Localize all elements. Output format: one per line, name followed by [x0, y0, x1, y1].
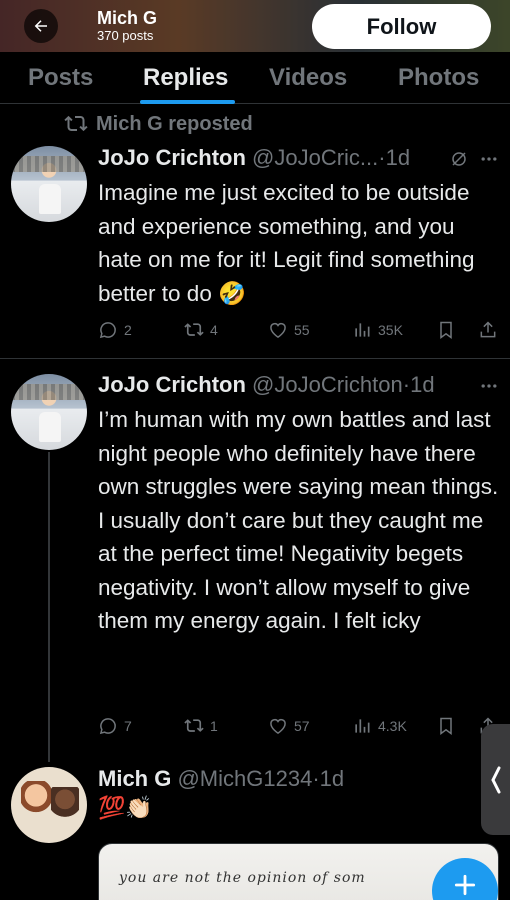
reply-count: 2: [124, 322, 132, 338]
reply-button[interactable]: 7: [98, 716, 132, 736]
thread-line: [48, 452, 50, 762]
views-icon: [355, 323, 370, 337]
chevron-left-icon: [490, 766, 500, 793]
tweet-text: 💯👏🏻: [98, 795, 153, 820]
avatar[interactable]: [11, 374, 87, 450]
side-panel-handle[interactable]: [481, 724, 510, 835]
view-count: 4.3K: [378, 718, 407, 734]
more-icon[interactable]: [479, 149, 499, 169]
author-name[interactable]: Mich G: [98, 766, 171, 791]
tweet-time: ·1d: [402, 372, 435, 397]
posts-count: 370 posts: [97, 28, 154, 43]
heart-icon: [270, 322, 286, 338]
tab-photos[interactable]: Photos: [398, 64, 479, 92]
author-handle[interactable]: @MichG1234: [177, 766, 312, 791]
view-count: 35K: [378, 322, 403, 338]
repost-icon: [184, 323, 204, 336]
reply-icon: [99, 322, 116, 339]
bookmark-icon[interactable]: [436, 716, 456, 736]
tweet-actions: 7 1 57 4.3K: [98, 716, 498, 740]
tab-replies[interactable]: Replies: [143, 64, 228, 92]
image-handwritten-text: you are not the opinion of som: [119, 870, 366, 886]
views-button[interactable]: 4.3K: [352, 716, 407, 736]
views-button[interactable]: 35K: [352, 320, 403, 340]
repost-label: Mich G reposted: [96, 112, 253, 135]
tab-videos[interactable]: Videos: [269, 64, 347, 92]
repost-button[interactable]: 1: [184, 716, 218, 736]
tweet-text: Imagine me just excited to be outside an…: [98, 180, 475, 306]
tab-posts[interactable]: Posts: [28, 64, 93, 92]
heart-icon: [270, 718, 286, 734]
follow-button[interactable]: Follow: [312, 4, 491, 49]
profile-tabs: Posts Replies Videos Photos: [0, 52, 510, 104]
reply-icon: [99, 718, 116, 735]
active-tab-indicator: [140, 100, 235, 104]
author-name[interactable]: JoJo Crichton: [98, 372, 246, 397]
views-icon: [355, 719, 370, 733]
like-count: 55: [294, 322, 310, 338]
tweet-time: ·1d: [312, 766, 345, 791]
tweet-time: ·1d: [378, 145, 411, 170]
share-icon[interactable]: [478, 320, 498, 340]
like-button[interactable]: 57: [268, 716, 310, 736]
repost-count: 4: [210, 322, 218, 338]
like-button[interactable]: 55: [268, 320, 310, 340]
plus-icon: [454, 874, 476, 896]
profile-header: Mich G 370 posts Follow: [0, 0, 510, 52]
avatar[interactable]: [11, 767, 87, 843]
tweet-divider: [0, 358, 510, 359]
profile-name: Mich G: [97, 8, 158, 28]
reply-button[interactable]: 2: [98, 320, 132, 340]
author-handle[interactable]: @JoJoCrichton: [252, 372, 403, 397]
tweet-actions: 2 4 55 35K: [98, 320, 498, 344]
avatar[interactable]: [11, 146, 87, 222]
tweet-text: I’m human with my own battles and last n…: [98, 407, 499, 633]
arrow-left-icon: [34, 20, 47, 32]
author-name[interactable]: JoJo Crichton: [98, 145, 246, 170]
bookmark-icon[interactable]: [436, 320, 456, 340]
like-count: 57: [294, 718, 310, 734]
repost-button[interactable]: 4: [184, 320, 218, 340]
repost-context[interactable]: Mich G reposted: [64, 112, 253, 136]
tweet-header: Mich G @MichG1234·1d: [98, 766, 344, 792]
back-button[interactable]: [24, 9, 58, 43]
repost-count: 1: [210, 718, 218, 734]
tweet-header: JoJo Crichton @JoJoCrichton·1d: [98, 372, 435, 398]
repost-icon: [184, 719, 204, 732]
tweet-header: JoJo Crichton @JoJoCric...·1d: [98, 145, 410, 171]
reply-count: 7: [124, 718, 132, 734]
repost-icon: [64, 115, 88, 132]
more-icon[interactable]: [479, 376, 499, 396]
author-handle[interactable]: @JoJoCric...: [252, 145, 378, 170]
grok-icon[interactable]: [450, 150, 468, 168]
header-title-block: Mich G 370 posts: [97, 8, 157, 43]
